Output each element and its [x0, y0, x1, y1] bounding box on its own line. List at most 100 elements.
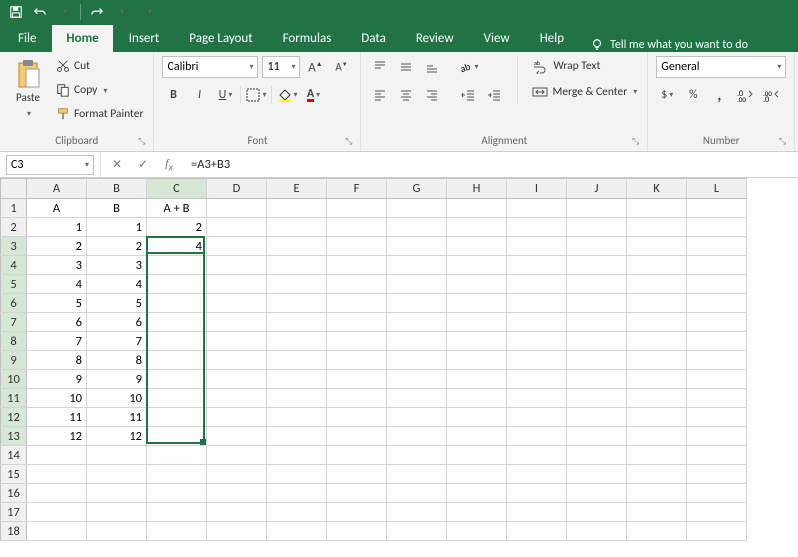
- cell[interactable]: [207, 218, 267, 237]
- cell[interactable]: [327, 351, 387, 370]
- cell[interactable]: [507, 313, 567, 332]
- column-header[interactable]: B: [87, 179, 147, 199]
- cell[interactable]: [327, 465, 387, 484]
- cell[interactable]: [387, 218, 447, 237]
- decrease-indent-button[interactable]: [457, 84, 479, 106]
- cell[interactable]: [507, 427, 567, 446]
- cell[interactable]: [687, 446, 747, 465]
- accounting-format-button[interactable]: $: [656, 84, 678, 106]
- font-color-button[interactable]: A: [302, 84, 324, 106]
- cell[interactable]: [687, 465, 747, 484]
- cell[interactable]: [447, 218, 507, 237]
- format-painter-button[interactable]: Format Painter: [54, 104, 145, 124]
- row-header[interactable]: 8: [1, 332, 27, 351]
- cell[interactable]: [447, 237, 507, 256]
- cell[interactable]: [507, 465, 567, 484]
- formula-input[interactable]: [185, 157, 798, 172]
- increase-decimal-button[interactable]: .0.00: [734, 84, 756, 106]
- cell[interactable]: [327, 389, 387, 408]
- cell[interactable]: 4: [27, 275, 87, 294]
- column-header[interactable]: L: [687, 179, 747, 199]
- cell[interactable]: [327, 313, 387, 332]
- redo-button[interactable]: [87, 2, 107, 22]
- cell[interactable]: [447, 446, 507, 465]
- cell[interactable]: 2: [147, 218, 207, 237]
- cell[interactable]: [507, 503, 567, 522]
- row-header[interactable]: 16: [1, 484, 27, 503]
- enter-formula-button[interactable]: ✓: [133, 155, 153, 175]
- cell[interactable]: [387, 313, 447, 332]
- merge-center-button[interactable]: Merge & Center: [530, 82, 639, 102]
- cell[interactable]: [267, 237, 327, 256]
- cell[interactable]: 4: [87, 275, 147, 294]
- row-header[interactable]: 2: [1, 218, 27, 237]
- underline-button[interactable]: U: [214, 84, 236, 106]
- cell[interactable]: [147, 522, 207, 541]
- cell[interactable]: [147, 256, 207, 275]
- cell[interactable]: [507, 294, 567, 313]
- cell[interactable]: [207, 522, 267, 541]
- cell[interactable]: [327, 275, 387, 294]
- tab-view[interactable]: View: [470, 25, 524, 52]
- cell[interactable]: [267, 351, 327, 370]
- cell[interactable]: [267, 199, 327, 218]
- cell[interactable]: [267, 275, 327, 294]
- cell[interactable]: [207, 465, 267, 484]
- row-header[interactable]: 18: [1, 522, 27, 541]
- cell[interactable]: [567, 256, 627, 275]
- cell[interactable]: [147, 484, 207, 503]
- qat-customize[interactable]: [139, 2, 159, 22]
- cell[interactable]: [387, 370, 447, 389]
- cell[interactable]: [327, 218, 387, 237]
- cell[interactable]: [27, 484, 87, 503]
- cell[interactable]: [567, 446, 627, 465]
- cell[interactable]: 12: [27, 427, 87, 446]
- insert-function-button[interactable]: fx: [159, 155, 179, 175]
- cell[interactable]: [327, 522, 387, 541]
- increase-indent-button[interactable]: [483, 84, 505, 106]
- cell[interactable]: [387, 294, 447, 313]
- save-button[interactable]: [6, 2, 26, 22]
- cell[interactable]: 8: [87, 351, 147, 370]
- tab-data[interactable]: Data: [347, 25, 400, 52]
- cell[interactable]: [87, 446, 147, 465]
- cell[interactable]: [267, 408, 327, 427]
- cell[interactable]: [87, 484, 147, 503]
- cell[interactable]: [267, 294, 327, 313]
- cell[interactable]: [267, 427, 327, 446]
- cell[interactable]: [567, 218, 627, 237]
- row-header[interactable]: 15: [1, 465, 27, 484]
- cell[interactable]: [267, 389, 327, 408]
- cell[interactable]: [507, 218, 567, 237]
- cell[interactable]: [267, 256, 327, 275]
- cell[interactable]: [387, 484, 447, 503]
- cell[interactable]: [207, 256, 267, 275]
- tab-review[interactable]: Review: [402, 25, 468, 52]
- column-header[interactable]: I: [507, 179, 567, 199]
- cell[interactable]: 12: [87, 427, 147, 446]
- cell[interactable]: [627, 332, 687, 351]
- cell[interactable]: 2: [27, 237, 87, 256]
- align-right-button[interactable]: [421, 84, 443, 106]
- cell[interactable]: 6: [87, 313, 147, 332]
- cell[interactable]: [507, 389, 567, 408]
- cell[interactable]: [207, 503, 267, 522]
- cell[interactable]: [207, 408, 267, 427]
- cell[interactable]: [207, 332, 267, 351]
- cell[interactable]: 7: [87, 332, 147, 351]
- cell[interactable]: [147, 465, 207, 484]
- cell[interactable]: [207, 199, 267, 218]
- cell[interactable]: [147, 294, 207, 313]
- cell[interactable]: [447, 370, 507, 389]
- cell[interactable]: [447, 408, 507, 427]
- cell[interactable]: [87, 465, 147, 484]
- select-all-corner[interactable]: [1, 179, 27, 199]
- cell[interactable]: [507, 332, 567, 351]
- column-header[interactable]: J: [567, 179, 627, 199]
- cell[interactable]: [267, 446, 327, 465]
- cell[interactable]: [267, 484, 327, 503]
- cell[interactable]: 3: [87, 256, 147, 275]
- cell[interactable]: [687, 332, 747, 351]
- cell[interactable]: [567, 275, 627, 294]
- cell[interactable]: [507, 446, 567, 465]
